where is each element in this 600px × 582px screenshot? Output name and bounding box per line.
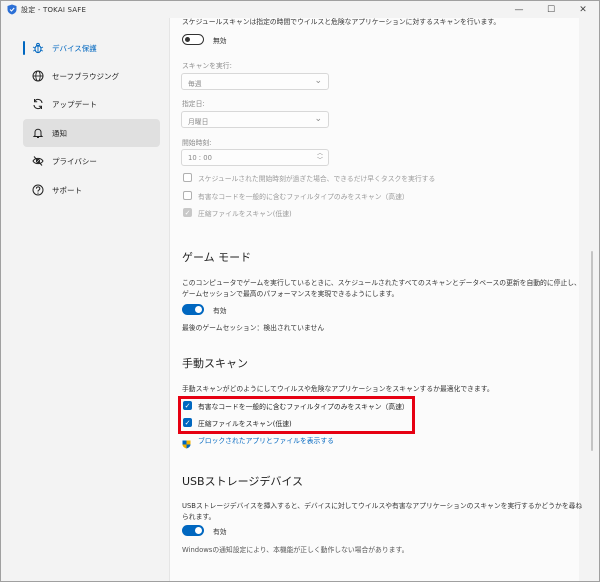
usb-description-1: USBストレージデバイスを挿入すると、デバイスに対してウイルスや有害なアプリケー… [182, 502, 583, 510]
sidebar-item-label: デバイス保護 [52, 43, 97, 53]
game-mode-toggle-label: 有効 [213, 307, 227, 315]
manual-scan-description: 手動スキャンがどのようにしてウイルスや危険なアプリケーションをスキャンするか最適… [182, 385, 494, 393]
scan-run-label: スキャンを実行: [182, 62, 232, 70]
scrollbar-thumb[interactable] [591, 251, 593, 451]
sidebar-item-label: セーフブラウジング [52, 71, 120, 81]
scheduled-option-run-asap-label: スケジュールされた開始時刻が過ぎた場合、できるだけ早くタスクを実行する [198, 175, 436, 183]
game-mode-toggle[interactable] [182, 304, 204, 315]
manual-scan-heading: 手動スキャン [182, 357, 248, 370]
sidebar-item-device-protection[interactable]: デバイス保護 [23, 34, 160, 62]
sidebar: デバイス保護 セーフブラウジング アップデート 通知 プライバシー サポート [1, 18, 169, 581]
maximize-button[interactable]: ☐ [535, 1, 567, 18]
usb-heading: USBストレージデバイス [182, 475, 304, 488]
bug-icon [32, 42, 44, 54]
close-button[interactable]: ✕ [567, 1, 599, 18]
sidebar-item-notifications[interactable]: 通知 [23, 119, 160, 147]
sidebar-item-privacy[interactable]: プライバシー [23, 147, 160, 175]
scheduled-option-fast-scan-checkbox[interactable] [183, 191, 192, 200]
sidebar-item-label: 通知 [52, 128, 67, 138]
shield-logo-icon [7, 4, 17, 15]
scan-day-label: 指定日: [182, 100, 205, 108]
scan-time-label: 開始時刻: [182, 139, 212, 147]
scan-time-stepper[interactable]: 10 : 00 ︿ ﹀ [181, 149, 329, 166]
scheduled-option-run-asap-checkbox[interactable] [183, 173, 192, 182]
settings-content [169, 18, 579, 581]
usb-note: Windowsの通知設定により、本機能が正しく動作しない場合があります。 [182, 546, 409, 554]
sidebar-item-label: サポート [52, 185, 82, 195]
bell-icon [32, 127, 44, 139]
usb-toggle-label: 有効 [213, 528, 227, 536]
scan-day-select[interactable]: 月曜日 ⌄ [181, 111, 329, 128]
globe-icon [32, 70, 44, 82]
sidebar-item-label: プライバシー [52, 156, 97, 166]
game-mode-heading: ゲーム モード [182, 251, 252, 264]
shield-icon [182, 434, 191, 449]
game-mode-description-1: このコンピュータでゲームを実行しているときに、スケジュールされたすべてのスキャン… [182, 279, 581, 287]
sidebar-item-update[interactable]: アップデート [23, 90, 160, 118]
sidebar-item-label: アップデート [52, 99, 97, 109]
scheduled-option-compressed-label: 圧縮ファイルをスキャン(低速) [198, 210, 292, 218]
scan-frequency-value: 毎週 [188, 80, 202, 88]
window-title: 設定 - TOKAI SAFE [21, 5, 87, 14]
chevron-down-icon: ⌄ [314, 76, 322, 86]
maximize-icon: ☐ [546, 4, 556, 15]
usb-toggle[interactable] [182, 525, 204, 536]
game-mode-last-session: 最後のゲームセッション：検出されていません [182, 324, 325, 332]
blocked-apps-link[interactable]: ブロックされたアプリとファイルを表示する [198, 435, 334, 445]
chevron-down-icon: ⌄ [314, 114, 322, 124]
app-window: 設定 - TOKAI SAFE — ☐ ✕ デバイス保護 セーフブラウジング ア… [0, 0, 600, 582]
scheduled-option-fast-scan-label: 有害なコードを一般的に含むファイルタイプのみをスキャン（高速） [198, 193, 409, 201]
highlight-box [178, 396, 415, 434]
scheduled-scan-toggle[interactable] [182, 34, 204, 45]
scheduled-scan-toggle-label: 無効 [213, 37, 227, 45]
game-mode-description-2: ゲームセッションで最高のパフォーマンスを実現できるようにします。 [182, 290, 399, 298]
scheduled-scan-description: スケジュールスキャンは指定の時間でウイルスと危険なアプリケーションに対するスキャ… [182, 18, 501, 26]
sidebar-item-support[interactable]: サポート [23, 176, 160, 204]
scan-frequency-select[interactable]: 毎週 ⌄ [181, 73, 329, 90]
scheduled-option-compressed-checkbox[interactable]: ✓ [183, 208, 192, 217]
usb-description-2: られます。 [182, 513, 216, 521]
minimize-button[interactable]: — [503, 1, 535, 18]
scan-time-value: 10 : 00 [188, 154, 212, 162]
scan-day-value: 月曜日 [188, 118, 209, 126]
question-icon [32, 184, 44, 196]
close-icon: ✕ [579, 4, 587, 15]
sidebar-item-safe-browsing[interactable]: セーフブラウジング [23, 62, 160, 90]
stepper-arrows-icon[interactable]: ︿ ﹀ [317, 150, 323, 164]
refresh-icon [32, 98, 44, 110]
scrollbar[interactable] [591, 21, 594, 561]
minimize-icon: — [514, 4, 524, 15]
eye-slash-icon [32, 155, 44, 167]
